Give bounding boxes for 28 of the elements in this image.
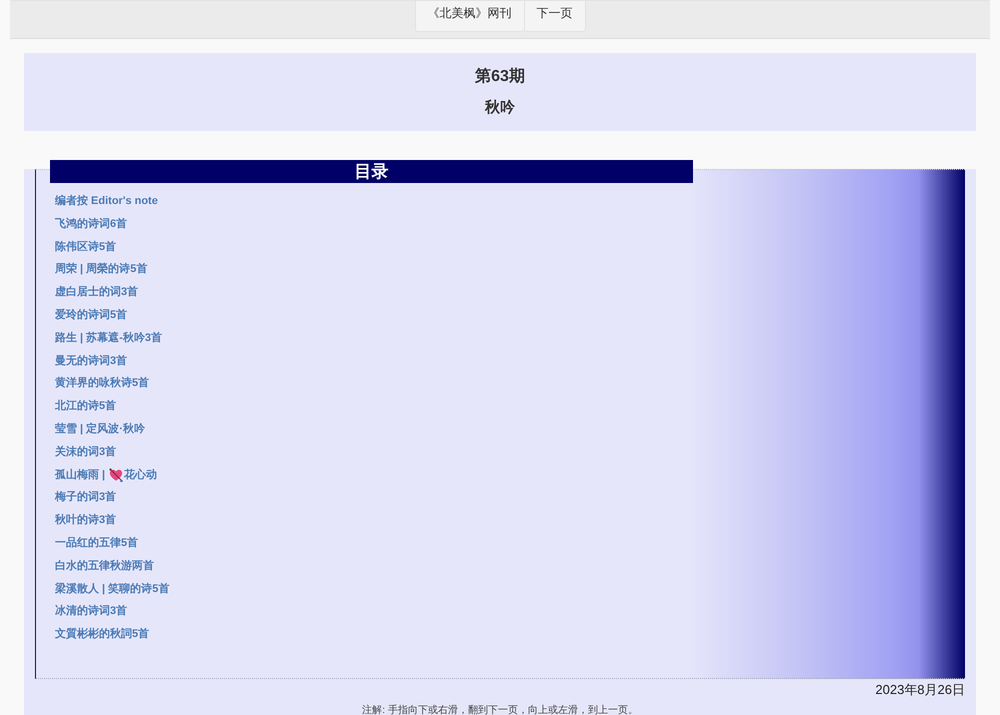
contents-link[interactable]: 梁溪散人 | 笑聊的诗5首 xyxy=(55,578,170,600)
contents-link[interactable]: 孤山梅雨 | 花心动 xyxy=(55,464,158,486)
date-text: 2023年8月26日 xyxy=(874,682,965,698)
issue-title: 秋吟 xyxy=(485,98,515,117)
nav-tab[interactable]: 下一页 xyxy=(524,1,586,32)
contents-link[interactable]: 文質彬彬的秋詞5首 xyxy=(55,623,150,646)
contents-link[interactable]: 周荣 | 周榮的诗5首 xyxy=(55,258,148,282)
contents-link[interactable]: 黄洋界的咏秋诗5首 xyxy=(55,372,150,396)
contents-link[interactable]: 曼无的诗词3首 xyxy=(55,350,128,372)
heart-arrow-icon xyxy=(109,468,124,482)
contents-link[interactable]: 梅子的词3首 xyxy=(55,486,116,510)
contents-link[interactable]: 飞鸿的诗词6首 xyxy=(55,212,128,236)
contents-link[interactable]: 关沫的词3首 xyxy=(55,440,116,464)
note-text: 注解: 手指向下或右滑，翻到下一页，向上或左滑，到上一页。 xyxy=(361,705,639,715)
issue-number: 第63期 xyxy=(475,67,525,86)
contents-link[interactable]: 陈伟区诗5首 xyxy=(55,236,116,258)
contents-link[interactable]: 爱玲的诗词5首 xyxy=(55,304,128,327)
contents-link[interactable]: 编者按 Editor's note xyxy=(55,190,158,213)
contents-link[interactable]: 一品红的五律5首 xyxy=(55,532,138,555)
contents-link[interactable]: 虚白居士的词3首 xyxy=(55,281,138,304)
contents-link[interactable]: 路生 | 苏幕遮-秋吟3首 xyxy=(55,326,162,350)
contents-link[interactable]: 秋叶的诗3首 xyxy=(55,509,116,532)
contents-link[interactable]: 冰清的诗词3首 xyxy=(55,600,128,624)
contents-link[interactable]: 莹雪 | 定风波·秋吟 xyxy=(55,418,145,441)
contents-heading: 目录 xyxy=(50,160,693,183)
contents-link[interactable]: 白水的五律秋游两首 xyxy=(55,554,154,578)
nav-tab[interactable]: 《北美枫》网刊 xyxy=(414,1,524,32)
contents-link[interactable]: 北江的诗5首 xyxy=(55,395,116,418)
